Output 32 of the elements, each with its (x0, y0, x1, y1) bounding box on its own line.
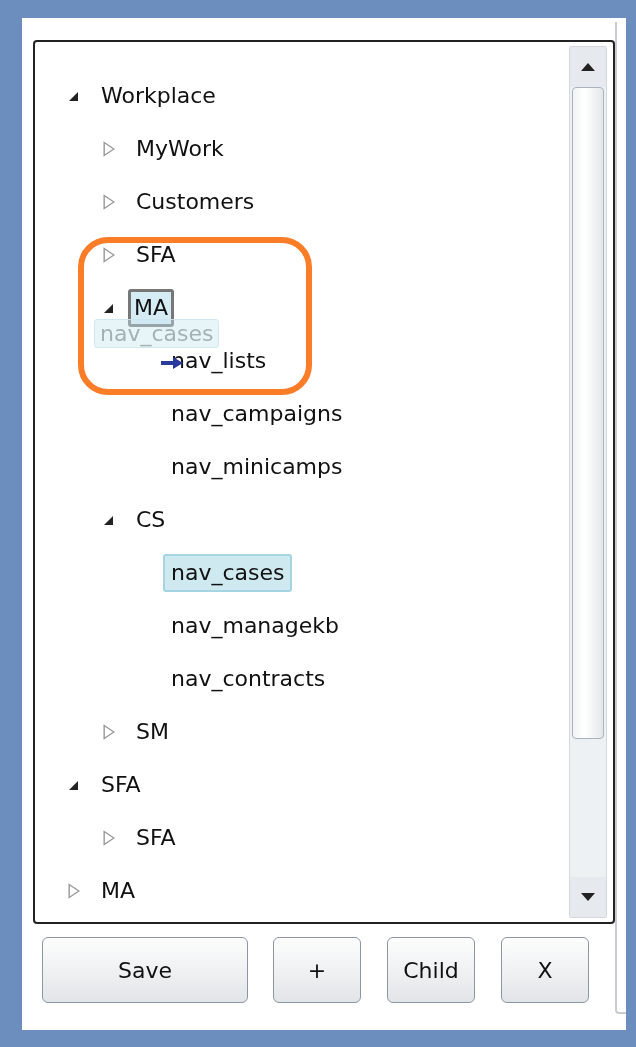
toolbar-button[interactable]: Save (42, 937, 248, 1003)
tree-item[interactable]: nav_minicamps (163, 447, 351, 486)
tree-item[interactable]: MyWork (128, 129, 232, 168)
toolbar-button[interactable]: Child (387, 937, 475, 1003)
tree-item[interactable]: Customers (128, 182, 263, 221)
down-triangle-icon (581, 893, 595, 901)
scroll-up-button[interactable] (570, 47, 606, 87)
collapsed-triangle-icon[interactable] (102, 829, 115, 846)
tree-item[interactable]: SFA (93, 765, 149, 804)
scrollbar[interactable] (569, 46, 607, 918)
collapsed-triangle-icon[interactable] (102, 193, 115, 210)
tree-item[interactable]: MA (128, 288, 175, 327)
tree-item[interactable]: SFA (128, 235, 184, 274)
collapsed-triangle-icon[interactable] (102, 140, 115, 157)
tree-item[interactable]: SM (128, 712, 177, 751)
scroll-down-button[interactable] (570, 877, 606, 917)
tree-item[interactable]: nav_contracts (163, 659, 334, 698)
tree-item[interactable]: nav_managekb (163, 606, 347, 645)
collapsed-triangle-icon[interactable] (102, 723, 115, 740)
toolbar-button[interactable]: + (273, 937, 361, 1003)
tree-item[interactable]: CS (128, 500, 174, 539)
tree-item[interactable]: MA (93, 871, 144, 910)
tree-item[interactable]: nav_cases (163, 553, 293, 592)
up-triangle-icon (581, 63, 595, 71)
tree-item[interactable]: nav_campaigns (163, 394, 351, 433)
scrollbar-thumb[interactable] (572, 87, 604, 739)
collapsed-triangle-icon[interactable] (67, 882, 80, 899)
tree-item[interactable]: SFA (128, 818, 184, 857)
collapsed-triangle-icon[interactable] (102, 246, 115, 263)
toolbar-button[interactable]: X (501, 937, 589, 1003)
drag-ghost: nav_cases (94, 319, 220, 348)
tree-item[interactable]: Workplace (93, 76, 224, 115)
